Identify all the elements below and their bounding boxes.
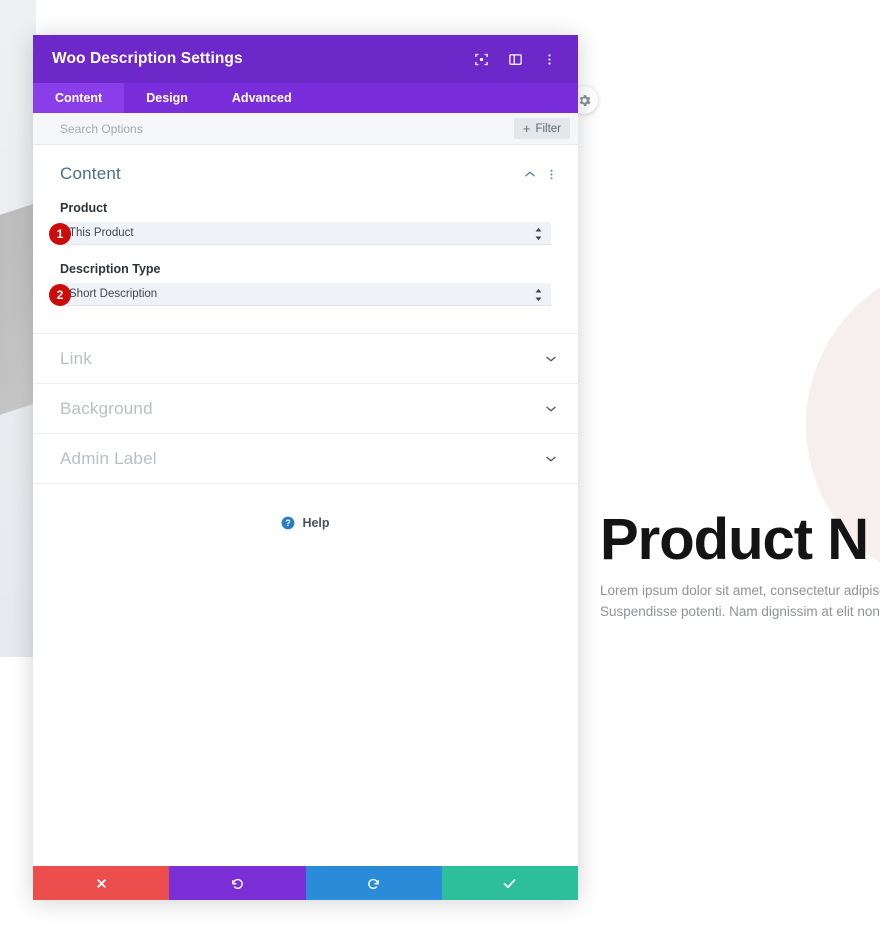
gear-icon (579, 94, 591, 106)
section-background[interactable]: Background (33, 384, 578, 434)
plus-icon: + (522, 121, 531, 136)
modal-body: Content Product 1 This Product Descripti… (33, 145, 578, 866)
modal-header-icons (466, 44, 564, 74)
modal-tabs: Content Design Advanced (33, 83, 578, 113)
section-more-vertical-icon-button[interactable] (545, 168, 558, 181)
settings-modal: Woo Description Settings Content Design … (33, 35, 578, 900)
section-content: Content Product 1 This Product Descripti… (33, 145, 578, 334)
product-description-line-1: Lorem ipsum dolor sit amet, consectetur … (600, 583, 880, 598)
modal-header: Woo Description Settings (33, 35, 578, 83)
field-description-type-select-wrap: 2 Short Description (49, 283, 551, 306)
section-content-header[interactable]: Content (33, 145, 578, 192)
section-content-title: Content (60, 164, 121, 183)
chevron-down-icon (546, 406, 556, 411)
modal-title: Woo Description Settings (52, 50, 243, 67)
chevron-down-icon (546, 456, 556, 461)
field-description-type-label: Description Type (60, 262, 161, 276)
description-type-select-value: Short Description (69, 288, 158, 300)
focus-target-icon (474, 53, 488, 65)
redo-icon (368, 878, 379, 889)
tab-content[interactable]: Content (33, 83, 125, 113)
field-product-select-wrap: 1 This Product (49, 222, 551, 245)
section-background-title: Background (60, 398, 153, 418)
section-link[interactable]: Link (33, 334, 578, 384)
product-description: Lorem ipsum dolor sit amet, consectetur … (600, 580, 880, 622)
section-admin-label[interactable]: Admin Label (33, 434, 578, 484)
search-input[interactable] (60, 121, 514, 136)
save-button[interactable] (441, 866, 578, 900)
redo-button[interactable] (305, 866, 442, 900)
focus-target-icon-button[interactable] (466, 44, 496, 74)
step-badge-2: 2 (49, 283, 71, 306)
step-badge-1: 1 (49, 222, 71, 245)
product-select[interactable]: This Product (60, 222, 551, 245)
panel-layout-icon (508, 53, 522, 65)
product-select-value: This Product (69, 227, 134, 239)
filter-button[interactable]: + Filter (513, 118, 570, 139)
svg-text:?: ? (286, 518, 291, 528)
close-x-icon (96, 878, 106, 888)
help-label: Help (302, 516, 330, 530)
tab-advanced[interactable]: Advanced (210, 83, 314, 113)
more-vertical-icon (547, 53, 551, 65)
field-product: Product 1 This Product (33, 201, 578, 245)
field-product-label: Product (60, 201, 108, 215)
section-content-controls (523, 167, 558, 181)
undo-icon (232, 878, 243, 889)
field-description-type: Description Type 2 Short Description (33, 262, 578, 306)
help-link[interactable]: ? Help (33, 516, 578, 530)
chevron-up-icon (525, 171, 535, 177)
modal-footer (33, 866, 578, 900)
tab-design[interactable]: Design (124, 83, 210, 113)
description-type-select[interactable]: Short Description (60, 283, 551, 306)
product-description-line-2: Suspendisse potenti. Nam dignissim at el… (600, 604, 880, 619)
more-vertical-icon (550, 169, 553, 179)
check-icon (504, 878, 516, 888)
help-circle-icon: ? (282, 516, 295, 530)
section-admin-label-title: Admin Label (60, 448, 157, 468)
canvas-decorative-shape (0, 203, 36, 422)
product-title: Product N (600, 507, 869, 572)
cancel-button[interactable] (33, 866, 170, 900)
search-bar: + Filter (33, 113, 578, 145)
undo-button[interactable] (169, 866, 306, 900)
panel-layout-icon-button[interactable] (500, 44, 530, 74)
section-link-title: Link (60, 348, 92, 368)
filter-button-label: Filter (535, 122, 561, 135)
chevron-up-icon-button[interactable] (523, 167, 537, 181)
more-vertical-icon-button[interactable] (534, 44, 564, 74)
chevron-down-icon (546, 356, 556, 361)
